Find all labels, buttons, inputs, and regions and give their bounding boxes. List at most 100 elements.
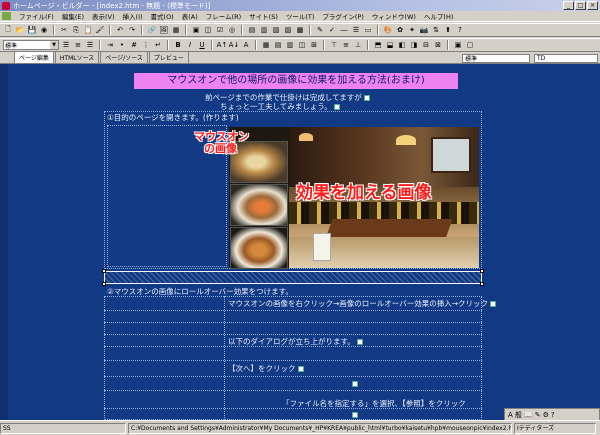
underline-button[interactable]: U [197, 40, 207, 50]
layout-frame-icon[interactable]: ▤ [247, 25, 257, 35]
undo-icon[interactable]: ↶ [115, 25, 125, 35]
menu-insert[interactable]: 挿入(I) [119, 11, 147, 21]
publish-icon[interactable]: ⬆ [443, 25, 453, 35]
instruction-row-2[interactable]: 以下のダイアログが立ち上がります。 [228, 336, 363, 347]
font-increase-icon[interactable]: A↑ [217, 40, 228, 50]
align-left-icon[interactable]: ☰ [61, 40, 71, 50]
ime-help-icon[interactable]: ? [551, 411, 555, 419]
cell-properties-icon[interactable]: ▣ [453, 40, 463, 50]
delete-row-icon[interactable]: ⊟ [421, 40, 431, 50]
style-select[interactable]: 標準 [462, 54, 530, 63]
ime-mode-label[interactable]: A 般 [508, 410, 522, 420]
ime-pad-icon[interactable]: ✎ [535, 411, 541, 419]
ime-settings-icon[interactable]: ⚙ [543, 411, 549, 419]
transfer-icon[interactable]: ⇅ [431, 25, 441, 35]
new-file-icon[interactable]: 🗋 [3, 25, 13, 35]
animation-icon[interactable]: ✦ [407, 25, 417, 35]
tab-html-source[interactable]: HTMLソース [54, 51, 100, 63]
table-icon[interactable]: ▦ [171, 25, 181, 35]
menu-edit[interactable]: 編集(E) [58, 11, 88, 21]
insert-col-left-icon[interactable]: ◧ [397, 40, 407, 50]
web-art-icon[interactable]: ✿ [395, 25, 405, 35]
image-icon[interactable]: 🖼 [159, 25, 169, 35]
menu-help[interactable]: ヘルプ(H) [420, 11, 457, 21]
layout-rows-icon[interactable]: ▨ [283, 25, 293, 35]
minimize-button[interactable]: _ [563, 1, 574, 10]
layout-box-icon[interactable]: ▩ [295, 25, 305, 35]
insert-row-above-icon[interactable]: ⬒ [373, 40, 383, 50]
resize-handle[interactable] [480, 269, 484, 273]
save-icon[interactable]: 💾 [27, 25, 37, 35]
step1-text[interactable]: ①目的のページを開きます。(作ります) [107, 112, 239, 123]
cell-align-bottom-icon[interactable]: ⊥ [353, 40, 363, 50]
table-row-icon[interactable]: ▤ [273, 40, 283, 50]
instruction-row-3[interactable]: 【次へ】をクリック [228, 363, 304, 374]
menu-frame[interactable]: フレーム(R) [202, 11, 245, 21]
color-palette-icon[interactable]: 🎨 [383, 25, 393, 35]
tab-preview[interactable]: プレビュー [148, 51, 189, 63]
cell-align-middle-icon[interactable]: ≡ [341, 40, 351, 50]
layout-grid-icon[interactable]: ▥ [259, 25, 269, 35]
merge-cells-icon[interactable]: ◫ [297, 40, 307, 50]
delete-col-icon[interactable]: ⊠ [433, 40, 443, 50]
cut-icon[interactable]: ✂ [59, 25, 69, 35]
numbered-list-icon[interactable]: # [129, 40, 139, 50]
menu-format[interactable]: 書式(O) [147, 11, 178, 21]
definition-list-icon[interactable]: ⋮ [141, 40, 151, 50]
resize-handle[interactable] [102, 282, 106, 286]
selected-table-row[interactable] [102, 269, 484, 286]
copy-icon[interactable]: ⎘ [71, 25, 81, 35]
menu-view[interactable]: 表示(V) [88, 11, 119, 21]
resize-handle[interactable] [102, 269, 106, 273]
edit-icon[interactable]: ✎ [315, 25, 325, 35]
property-icon[interactable]: ▭ [363, 25, 373, 35]
form-icon[interactable]: ▣ [191, 25, 201, 35]
table-col-icon[interactable]: ▥ [285, 40, 295, 50]
list-icon[interactable]: ☰ [351, 25, 361, 35]
indent-icon[interactable]: ⇥ [105, 40, 115, 50]
line-break-icon[interactable]: ↵ [153, 40, 163, 50]
browser-preview-icon[interactable]: ◉ [39, 25, 49, 35]
maximize-button[interactable]: □ [575, 1, 586, 10]
menu-file[interactable]: ファイル(F) [15, 11, 58, 21]
layout-columns-icon[interactable]: ▧ [271, 25, 281, 35]
food-image-2[interactable] [230, 184, 288, 226]
button-icon[interactable]: ◫ [203, 25, 213, 35]
instruction-row-4[interactable]: 「ファイル名を指定する」を選択、【参照】をクリック [282, 398, 466, 409]
help-icon[interactable]: ? [455, 25, 465, 35]
checkbox-icon[interactable]: ☑ [215, 25, 225, 35]
instruction-row-1[interactable]: マウスオンの画像を右クリック→画像のロールオーバー効果の挿入→クリック [228, 298, 496, 309]
split-cells-icon[interactable]: ⊞ [309, 40, 319, 50]
insert-col-right-icon[interactable]: ◨ [409, 40, 419, 50]
tab-page-edit[interactable]: ページ編集 [14, 51, 54, 63]
align-center-icon[interactable]: ≡ [73, 40, 83, 50]
tag-select[interactable]: TD [534, 54, 598, 63]
food-image-3[interactable] [230, 227, 288, 269]
paste-icon[interactable]: 📋 [83, 25, 93, 35]
spellcheck-icon[interactable]: ✓ [327, 25, 337, 35]
page-heading[interactable]: マウスオンで他の場所の画像に効果を加える方法(おまけ) [134, 73, 458, 89]
font-decrease-icon[interactable]: A↓ [229, 40, 240, 50]
horizontal-rule-icon[interactable]: ― [339, 25, 349, 35]
table-properties-icon[interactable]: ▢ [465, 40, 475, 50]
resize-handle[interactable] [480, 282, 484, 286]
insert-table-icon[interactable]: ▦ [261, 40, 271, 50]
align-right-icon[interactable]: ☰ [85, 40, 95, 50]
cell-align-top-icon[interactable]: ⊤ [329, 40, 339, 50]
radio-icon[interactable]: ◎ [227, 25, 237, 35]
menu-tools[interactable]: ツール(T) [282, 11, 319, 21]
menu-window[interactable]: ウィンドウ(W) [368, 11, 420, 21]
camera-icon[interactable]: 📷 [419, 25, 429, 35]
paragraph-style-select[interactable]: 標準 ▼ [3, 40, 59, 50]
font-color-icon[interactable]: A [241, 40, 251, 50]
editor-canvas[interactable]: マウスオンで他の場所の画像に効果を加える方法(おまけ) 前ページまでの作業で仕掛… [0, 64, 600, 420]
bold-button[interactable]: B [173, 40, 183, 50]
bullet-list-icon[interactable]: • [117, 40, 127, 50]
link-icon[interactable]: 🔗 [147, 25, 157, 35]
menu-plugin[interactable]: プラグイン(P) [318, 11, 368, 21]
insert-row-below-icon[interactable]: ⬓ [385, 40, 395, 50]
menu-site[interactable]: サイト(S) [245, 11, 282, 21]
menu-table[interactable]: 表(A) [178, 11, 202, 21]
close-button[interactable]: × [587, 1, 598, 10]
italic-button[interactable]: I [185, 40, 195, 50]
